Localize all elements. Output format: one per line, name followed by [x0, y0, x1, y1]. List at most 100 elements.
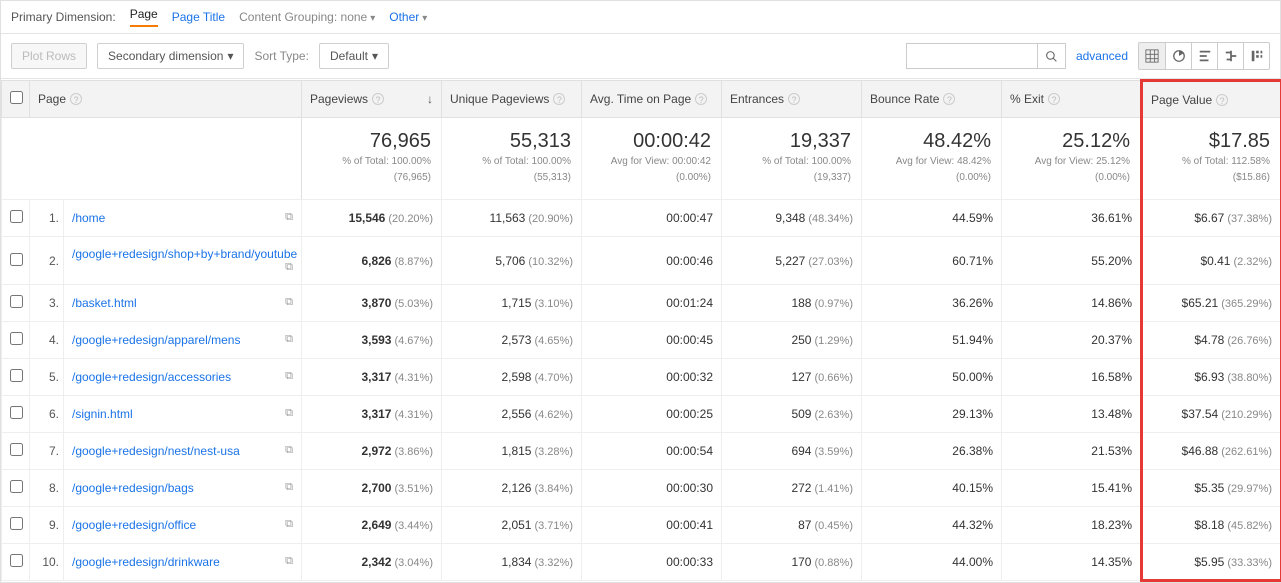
page-link[interactable]: /google+redesign/office [72, 518, 196, 532]
page-link[interactable]: /home [72, 211, 105, 225]
help-icon[interactable]: ? [1216, 94, 1228, 106]
row-checkbox[interactable] [10, 480, 23, 493]
view-pie-button[interactable] [1165, 43, 1191, 69]
page-link[interactable]: /google+redesign/nest/nest-usa [72, 444, 240, 458]
sort-type-label: Sort Type: [254, 49, 308, 63]
view-bars-button[interactable] [1191, 43, 1217, 69]
view-pivot-button[interactable] [1243, 43, 1269, 69]
row-checkbox-cell[interactable] [2, 285, 30, 322]
col-page[interactable]: Page? [30, 81, 302, 118]
sort-type-button[interactable]: Default ▾ [319, 43, 389, 69]
col-page-value[interactable]: Page Value? [1142, 81, 1281, 118]
search-input[interactable] [907, 44, 1037, 68]
help-icon[interactable]: ? [695, 93, 707, 105]
plot-rows-button[interactable]: Plot Rows [11, 43, 87, 69]
page-link[interactable]: /signin.html [72, 407, 133, 421]
col-entrances[interactable]: Entrances? [722, 81, 862, 118]
page-value-cell: $37.54(210.29%) [1142, 396, 1281, 433]
row-checkbox-cell[interactable] [2, 396, 30, 433]
row-checkbox-cell[interactable] [2, 433, 30, 470]
page-link[interactable]: /google+redesign/drinkware [72, 555, 220, 569]
page-link[interactable]: /basket.html [72, 296, 137, 310]
row-checkbox[interactable] [10, 210, 23, 223]
select-all-header[interactable] [2, 81, 30, 118]
row-checkbox[interactable] [10, 253, 23, 266]
unique-pageviews-cell: 2,598(4.70%) [442, 359, 582, 396]
help-icon[interactable]: ? [788, 93, 800, 105]
bounce-rate-cell: 44.32% [862, 507, 1002, 544]
table-icon [1145, 49, 1159, 63]
pageviews-cell: 15,546(20.20%) [302, 200, 442, 237]
row-checkbox[interactable] [10, 517, 23, 530]
page-value-cell: $5.95(33.33%) [1142, 544, 1281, 581]
page-link[interactable]: /google+redesign/bags [72, 481, 194, 495]
open-external-icon[interactable]: ⧉ [285, 518, 293, 531]
row-checkbox[interactable] [10, 295, 23, 308]
page-path-cell: /google+redesign/nest/nest-usa ⧉ [64, 433, 302, 470]
search-button[interactable] [1037, 44, 1065, 68]
bounce-rate-cell: 44.59% [862, 200, 1002, 237]
row-checkbox[interactable] [10, 406, 23, 419]
col-pageviews[interactable]: Pageviews? ↓ [302, 81, 442, 118]
exit-cell: 15.41% [1002, 470, 1142, 507]
pageviews-cell: 2,972(3.86%) [302, 433, 442, 470]
select-all-checkbox[interactable] [10, 91, 23, 104]
help-icon[interactable]: ? [553, 93, 565, 105]
open-external-icon[interactable]: ⧉ [285, 333, 293, 346]
open-external-icon[interactable]: ⧉ [285, 211, 293, 224]
open-external-icon[interactable]: ⧉ [285, 407, 293, 420]
row-checkbox[interactable] [10, 369, 23, 382]
open-external-icon[interactable]: ⧉ [285, 444, 293, 457]
bounce-rate-cell: 29.13% [862, 396, 1002, 433]
help-icon[interactable]: ? [70, 93, 82, 105]
page-path-cell: /google+redesign/shop+by+brand/youtube ⧉ [64, 237, 302, 285]
row-checkbox-cell[interactable] [2, 544, 30, 581]
tab-other[interactable]: Other [389, 10, 427, 24]
col-unique-pageviews[interactable]: Unique Pageviews? [442, 81, 582, 118]
help-icon[interactable]: ? [372, 93, 384, 105]
page-value-cell: $46.88(262.61%) [1142, 433, 1281, 470]
pageviews-cell: 2,649(3.44%) [302, 507, 442, 544]
row-index: 10. [30, 544, 64, 581]
avg-time-cell: 00:00:33 [582, 544, 722, 581]
advanced-link[interactable]: advanced [1076, 49, 1128, 63]
view-table-button[interactable] [1139, 43, 1165, 69]
toolbar: Plot Rows Secondary dimension ▾ Sort Typ… [1, 34, 1280, 79]
row-checkbox[interactable] [10, 332, 23, 345]
avg-time-cell: 00:00:45 [582, 322, 722, 359]
table-row: 9. /google+redesign/office ⧉ 2,649(3.44%… [2, 507, 1281, 544]
tab-page-title[interactable]: Page Title [172, 10, 225, 24]
bounce-rate-cell: 44.00% [862, 544, 1002, 581]
tab-page[interactable]: Page [130, 7, 158, 27]
row-checkbox-cell[interactable] [2, 322, 30, 359]
open-external-icon[interactable]: ⧉ [285, 481, 293, 494]
pie-icon [1172, 49, 1186, 63]
page-link[interactable]: /google+redesign/apparel/mens [72, 333, 240, 347]
pageviews-cell: 2,342(3.04%) [302, 544, 442, 581]
row-index: 8. [30, 470, 64, 507]
row-checkbox[interactable] [10, 443, 23, 456]
view-comparison-button[interactable] [1217, 43, 1243, 69]
open-external-icon[interactable]: ⧉ [285, 370, 293, 383]
secondary-dimension-button[interactable]: Secondary dimension ▾ [97, 43, 244, 69]
row-checkbox[interactable] [10, 554, 23, 567]
table-header-row: Page? Pageviews? ↓ Unique Pageviews? Avg… [2, 81, 1281, 118]
col-exit[interactable]: % Exit? [1002, 81, 1142, 118]
col-avg-time[interactable]: Avg. Time on Page? [582, 81, 722, 118]
help-icon[interactable]: ? [943, 93, 955, 105]
page-link[interactable]: /google+redesign/shop+by+brand/youtube [72, 247, 297, 261]
help-icon[interactable]: ? [1048, 93, 1060, 105]
col-bounce-rate[interactable]: Bounce Rate? [862, 81, 1002, 118]
summary-pageviews: 76,965 % of Total: 100.00% (76,965) [302, 118, 442, 200]
open-external-icon[interactable]: ⧉ [285, 296, 293, 309]
open-external-icon[interactable]: ⧉ [285, 261, 293, 274]
page-link[interactable]: /google+redesign/accessories [72, 370, 231, 384]
exit-cell: 36.61% [1002, 200, 1142, 237]
row-checkbox-cell[interactable] [2, 237, 30, 285]
row-checkbox-cell[interactable] [2, 359, 30, 396]
row-checkbox-cell[interactable] [2, 470, 30, 507]
row-checkbox-cell[interactable] [2, 507, 30, 544]
pageviews-cell: 3,317(4.31%) [302, 359, 442, 396]
row-checkbox-cell[interactable] [2, 200, 30, 237]
tab-content-grouping[interactable]: Content Grouping: none [239, 10, 375, 24]
